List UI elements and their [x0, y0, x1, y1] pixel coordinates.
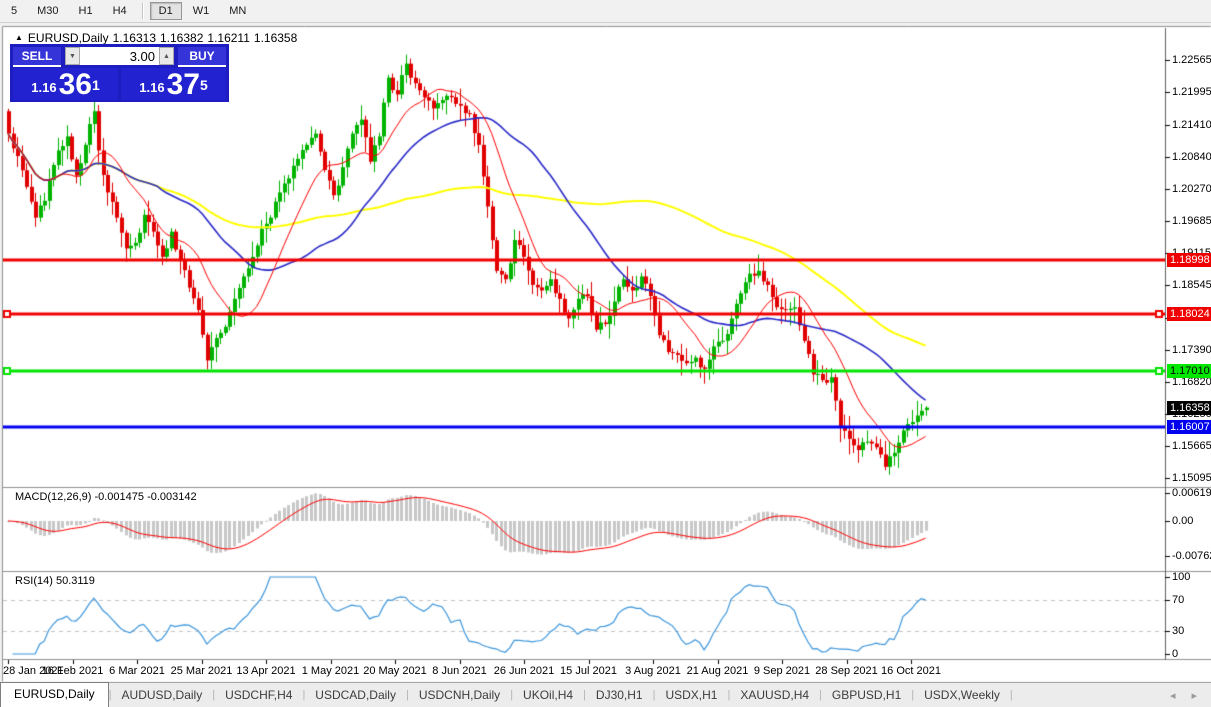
- date-tick-label: 25 Mar 2021: [170, 665, 233, 677]
- hline-price-label: 1.18998: [1167, 252, 1211, 267]
- buy-price[interactable]: 1.16 37 5: [121, 68, 226, 100]
- date-tick-label: 16 Oct 2021: [881, 665, 941, 677]
- hline-price-label: 1.18024: [1167, 307, 1211, 322]
- mt4-window: 5M30H1H4D1W1MN ▲EURUSD,Daily1.163131.163…: [0, 0, 1211, 707]
- one-click-trading-panel: SELL ▼ ▲ BUY 1.16361 1.16375: [10, 44, 229, 102]
- chart-title: EURUSD,Daily: [27, 31, 109, 45]
- date-tick-label: 13 Apr 2021: [236, 665, 296, 677]
- ohlc-close: 1.16358: [253, 31, 298, 45]
- price-tick: 1.22565: [1172, 54, 1211, 66]
- buy-price-sup: 5: [199, 77, 208, 93]
- volume-spinner: ▼ ▲: [65, 47, 174, 65]
- rsi-axis-tick: 0: [1172, 648, 1179, 660]
- volume-decrease-button[interactable]: ▼: [65, 47, 80, 65]
- price-tick: 1.18545: [1172, 279, 1211, 292]
- date-tick-label: 8 Jun 2021: [432, 665, 487, 677]
- symbol-tab-bar: EURUSD,Daily | AUDUSD,Daily | USDCHF,H4 | USDC…: [0, 681, 1211, 707]
- ohlc-high: 1.16382: [160, 31, 204, 45]
- chart-tab-dj30-h1[interactable]: DJ30,H1: [586, 684, 653, 706]
- tab-scroll-right-icon[interactable]: ▸: [1191, 689, 1197, 702]
- tab-scroll-arrows: ◂ ▸: [1170, 689, 1211, 702]
- sell-price-sup: 1: [91, 77, 100, 93]
- macd-axis-tick: -0.007621: [1172, 549, 1211, 562]
- chart-tab-xauusd-h4[interactable]: XAUUSD,H4: [730, 684, 819, 706]
- chart-tab-usdx-h1[interactable]: USDX,H1: [655, 684, 727, 706]
- rsi-axis-tick: 30: [1172, 624, 1185, 637]
- macd-axis-tick: 0.00: [1172, 515, 1194, 527]
- date-tick-label: 26 Jun 2021: [493, 665, 555, 677]
- buy-button[interactable]: BUY: [178, 47, 226, 67]
- rsi-label: RSI(14) 50.3119: [15, 575, 95, 587]
- price-tick: 1.21410: [1172, 118, 1211, 131]
- hline-price-label: 1.16007: [1167, 420, 1211, 435]
- hline-price-label: 1.17010: [1167, 364, 1211, 379]
- chart-ohlc-header: ▲ EURUSD,Daily 1.16313 1.16382 1.16211 1.1635…: [15, 31, 301, 45]
- ohlc-open: 1.16313: [112, 31, 156, 45]
- chart-tab-usdx-weekly[interactable]: USDX,Weekly: [914, 684, 1010, 706]
- buy-price-small: 1.16: [139, 80, 165, 95]
- price-tick: 1.15095: [1172, 472, 1211, 485]
- chart-tab-eurusd-daily[interactable]: EURUSD,Daily: [0, 681, 109, 707]
- date-tick-label: 20 May 2021: [363, 665, 427, 677]
- date-tick-label: 6 Mar 2021: [109, 665, 165, 677]
- ohlc-low: 1.16211: [207, 31, 250, 45]
- macd-label: MACD(12,26,9) -0.001475 -0.003142: [15, 491, 197, 503]
- date-tick-label: 16 Feb 2021: [41, 665, 104, 677]
- macd-axis-tick: 0.006193: [1172, 486, 1211, 499]
- chart-tab-ukoil-h4[interactable]: UKOil,H4: [513, 684, 583, 706]
- date-tick-label: 3 Aug 2021: [625, 665, 681, 677]
- date-tick-label: 28 Sep 2021: [815, 665, 878, 677]
- date-tick-label: 21 Aug 2021: [686, 665, 749, 677]
- tab-scroll-left-icon[interactable]: ◂: [1170, 689, 1176, 702]
- sell-price-small: 1.16: [31, 80, 57, 95]
- chart-canvas[interactable]: [0, 0, 1211, 682]
- rsi-axis-tick: 70: [1172, 594, 1185, 607]
- chart-tab-usdcad-daily[interactable]: USDCAD,Daily: [305, 684, 406, 706]
- chart-tab-usdcnh-daily[interactable]: USDCNH,Daily: [409, 684, 510, 706]
- sell-button[interactable]: SELL: [13, 47, 61, 67]
- buy-price-big: 37: [166, 68, 200, 101]
- chart-tab-audusd-daily[interactable]: AUDUSD,Daily: [112, 684, 213, 706]
- sell-price[interactable]: 1.16 36 1: [13, 68, 118, 100]
- price-tick: 1.15665: [1172, 440, 1211, 453]
- volume-input[interactable]: [80, 47, 159, 65]
- price-tick: 1.21995: [1172, 85, 1211, 98]
- current-price-label: 1.16358: [1167, 400, 1211, 415]
- volume-increase-button[interactable]: ▲: [159, 47, 174, 65]
- chart-tab-gbpusd-h1[interactable]: GBPUSD,H1: [822, 684, 911, 706]
- chart-tab-usdchf-h4[interactable]: USDCHF,H4: [215, 684, 302, 706]
- tab-separator: |: [1009, 689, 1013, 701]
- price-tick: 1.19685: [1172, 215, 1211, 228]
- date-tick-label: 15 Jul 2021: [560, 665, 617, 677]
- date-tick-label: 9 Sep 2021: [753, 665, 811, 677]
- collapse-icon[interactable]: ▲: [15, 33, 23, 42]
- date-tick-label: 1 May 2021: [301, 665, 360, 677]
- rsi-axis-tick: 100: [1172, 571, 1191, 583]
- price-tick: 1.17390: [1172, 343, 1211, 356]
- price-tick: 1.20270: [1172, 182, 1211, 195]
- price-tick: 1.20840: [1172, 150, 1211, 163]
- sell-price-big: 36: [58, 68, 92, 101]
